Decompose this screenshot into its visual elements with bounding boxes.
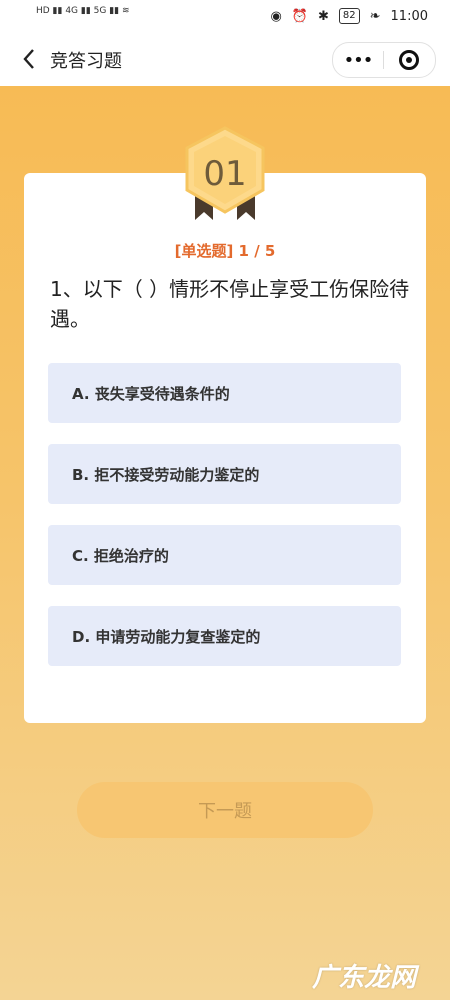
bluetooth-icon: ✱	[317, 8, 329, 24]
more-icon[interactable]: •••	[333, 50, 383, 71]
question-text: 1、以下（ ）情形不停止享受工伤保险待遇。	[50, 277, 410, 331]
eye-icon: ◉	[270, 8, 282, 24]
status-time: 11:00	[390, 8, 428, 24]
leaf-icon: ❧	[369, 8, 381, 24]
option-a[interactable]: A. 丧失享受待遇条件的	[48, 363, 401, 423]
target-icon	[399, 50, 419, 70]
signal-icons: HD ▮▮ 4G ▮▮ 5G ▮▮ ≋	[36, 6, 130, 16]
status-right: ◉ ⏰ ✱ 82 ❧ 11:00	[270, 8, 428, 24]
page-title: 竞答习题	[50, 51, 122, 72]
battery-indicator: 82	[338, 8, 360, 24]
option-c[interactable]: C. 拒绝治疗的	[48, 525, 401, 585]
next-question-button[interactable]: 下一题	[77, 782, 373, 838]
watermark-text: 广东龙网	[311, 963, 416, 993]
nav-bar: 竞答习题 •••	[0, 34, 450, 86]
close-miniapp-button[interactable]	[384, 50, 434, 70]
miniapp-capsule: •••	[332, 42, 436, 78]
question-type: [单选题] 1 / 5	[174, 242, 276, 260]
option-b[interactable]: B. 拒不接受劳动能力鉴定的	[48, 444, 401, 504]
option-d[interactable]: D. 申请劳动能力复查鉴定的	[48, 606, 401, 666]
back-arrow-icon[interactable]	[18, 48, 40, 70]
status-bar: HD ▮▮ 4G ▮▮ 5G ▮▮ ≋ ◉ ⏰ ✱ 82 ❧ 11:00	[0, 0, 450, 34]
alarm-icon: ⏰	[291, 8, 308, 24]
question-badge	[185, 126, 265, 220]
